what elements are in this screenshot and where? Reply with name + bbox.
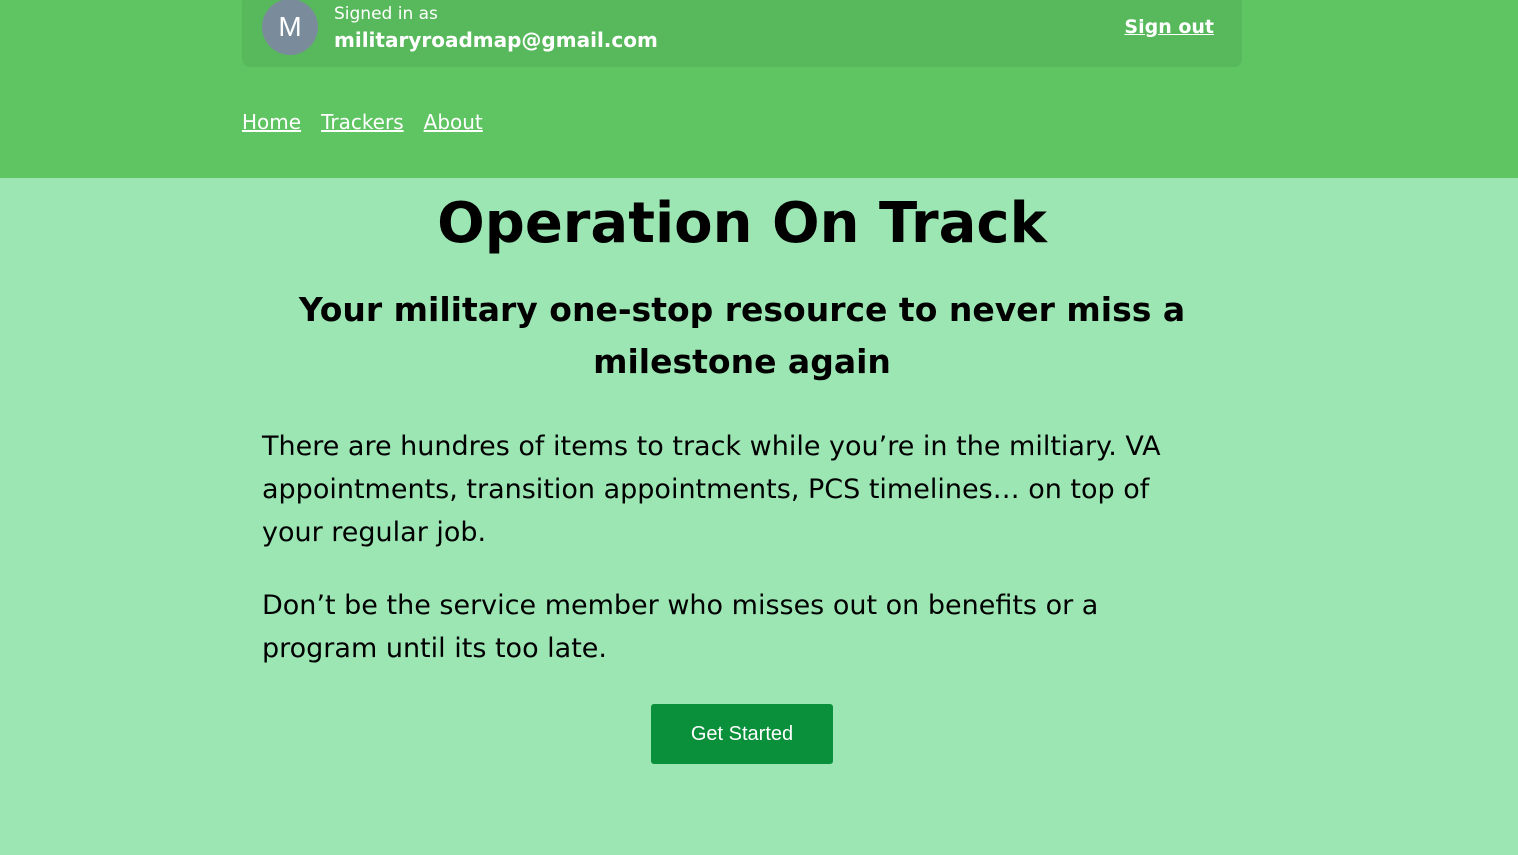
avatar: M	[262, 0, 318, 55]
intro-paragraph: There are hundres of items to track whil…	[262, 431, 1161, 548]
site-header: M Signed in as militaryroadmap@gmail.com…	[0, 0, 1518, 178]
nav-link-about[interactable]: About	[424, 110, 483, 134]
page-subtitle: Your military one-stop resource to never…	[298, 290, 1186, 381]
get-started-button[interactable]: Get Started	[651, 704, 833, 764]
nav-link-trackers[interactable]: Trackers	[321, 110, 404, 134]
signed-in-label: Signed in as	[334, 4, 438, 24]
page-title: Operation On Track	[437, 191, 1047, 256]
user-email: militaryroadmap@gmail.com	[334, 28, 658, 52]
sign-out-link[interactable]: Sign out	[1124, 16, 1214, 38]
nav-link-home[interactable]: Home	[242, 110, 301, 134]
warning-paragraph: Don’t be the service member who misses o…	[262, 590, 1099, 664]
main-nav: Home Trackers About	[242, 110, 483, 134]
signed-in-bar: M Signed in as militaryroadmap@gmail.com…	[242, 0, 1242, 67]
